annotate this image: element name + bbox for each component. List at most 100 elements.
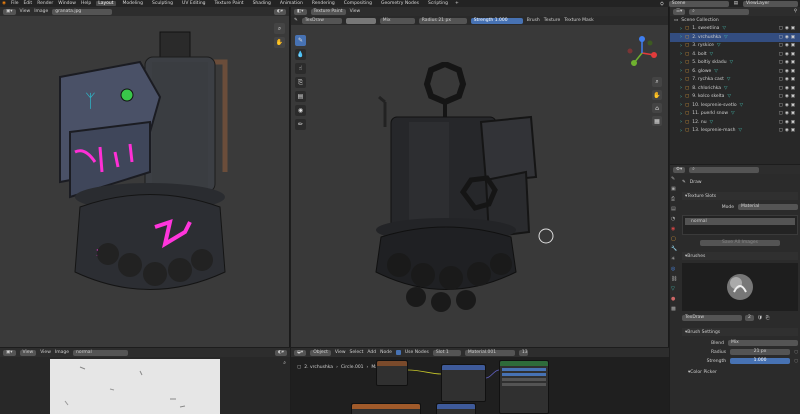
outliner-row[interactable]: › ▢ 3. ryskice ▽ ▢◉▣ (670, 42, 800, 51)
view-layer-selector[interactable]: ViewLayer (743, 0, 798, 7)
modifier-tab-icon[interactable]: 🔧 (671, 246, 677, 252)
world-tab-icon[interactable]: ◉ (671, 226, 677, 232)
menu-file[interactable]: File (11, 1, 19, 6)
menu-render[interactable]: Render (37, 1, 53, 6)
properties-search-input[interactable]: ⌕ (689, 166, 760, 173)
zoom-icon[interactable]: ⌕ (274, 23, 285, 34)
object-tab-icon[interactable]: ▢ (671, 236, 677, 242)
expand-arrow-icon[interactable]: › (680, 26, 682, 32)
strength-field[interactable]: Strength 1.000 (470, 17, 523, 24)
physics-tab-icon[interactable]: ◎ (671, 266, 677, 272)
new-brush-icon[interactable]: ⎘ (766, 315, 770, 321)
camera-icon[interactable]: ⌂ (652, 103, 662, 113)
tab-compositing[interactable]: Compositing (342, 1, 374, 6)
navigation-gizmo[interactable] (622, 33, 662, 73)
view-menu[interactable]: View (40, 350, 51, 355)
color-swatch[interactable] (345, 17, 376, 24)
tab-geometry-nodes[interactable]: Geometry Nodes (379, 1, 421, 6)
view-mode-selector[interactable]: View (19, 349, 37, 356)
visibility-toggles[interactable]: ▢◉▣ (779, 35, 800, 40)
texture-slots-panel[interactable]: ▾ Texture Slots (682, 192, 798, 200)
mode-selector[interactable]: Material (738, 204, 798, 210)
visibility-toggles[interactable]: ▢◉▣ (779, 52, 800, 57)
radius-field[interactable]: Radius 21 px (418, 17, 467, 24)
filter-icon[interactable]: ⚲ (794, 9, 797, 14)
menu-edit[interactable]: Edit (23, 1, 32, 6)
editor-type-button[interactable]: ◧▾ (294, 8, 307, 15)
visibility-toggles[interactable]: ▢◉▣ (779, 69, 800, 74)
scene-collection-row[interactable]: ▭ Scene Collection (670, 16, 800, 25)
blender-logo-icon[interactable]: ◉ (2, 1, 6, 6)
editor-type-button[interactable]: ▣▾ (3, 8, 16, 15)
outliner-row[interactable]: › ▢ 13. lesprenie-mash ▽ ▢◉▣ (670, 127, 800, 136)
expand-arrow-icon[interactable]: › (680, 43, 682, 49)
outliner-row[interactable]: › ▢ 10. lesprenie-svetlo ▽ ▢◉▣ (670, 101, 800, 110)
tab-shading[interactable]: Shading (251, 1, 273, 6)
display-channels-button[interactable]: ◐▾ (274, 349, 287, 356)
texture-tab-icon[interactable]: ▩ (671, 306, 677, 312)
texture-slot-list[interactable]: normal (682, 215, 798, 235)
expand-arrow-icon[interactable]: › (680, 94, 682, 100)
visibility-toggles[interactable]: ▢◉▣ (779, 43, 800, 48)
left-viewport[interactable]: ▣▾ View Image granata.jpg ◐▾ ⌕ ✋ ᛉ ✕ ✕ (0, 7, 290, 347)
expand-arrow-icon[interactable]: › (680, 128, 682, 134)
image-name-field[interactable]: normal (72, 349, 128, 356)
render-tab-icon[interactable]: ▣ (671, 186, 677, 192)
annotate-tool-icon[interactable]: ✏ (295, 119, 306, 130)
tab-sculpting[interactable]: Sculpting (150, 1, 175, 6)
mask-tool-icon[interactable]: ◉ (295, 105, 306, 116)
menu-window[interactable]: Window (58, 1, 76, 6)
fake-user-icon[interactable]: 🛡 (757, 316, 763, 321)
outliner-row[interactable]: › ▢ 4. bolt ▽ ▢◉▣ (670, 50, 800, 59)
outliner-row[interactable]: › ▢ 12. nu ▽ ▢◉▣ (670, 118, 800, 127)
texture-menu[interactable]: Texture (544, 18, 560, 23)
image-menu[interactable]: Image (55, 350, 69, 355)
particles-tab-icon[interactable]: ✳ (671, 256, 677, 262)
tab-rendering[interactable]: Rendering (310, 1, 337, 6)
visibility-toggles[interactable]: ▢◉▣ (779, 94, 800, 99)
pressure-icon[interactable]: ◌ (794, 350, 798, 355)
clone-tool-icon[interactable]: ⎘ (295, 77, 306, 88)
blend-selector[interactable]: Mix (728, 340, 798, 346)
outliner-row[interactable]: › ▢ 2. vrchushka ▽ ▢◉▣ (670, 33, 800, 42)
main-3d-viewport[interactable]: ◧▾ Texture Paint View ✎ TexDraw Mix Radi… (291, 7, 669, 347)
expand-arrow-icon[interactable]: › (680, 111, 682, 117)
expand-arrow-icon[interactable]: › (680, 119, 682, 125)
grid-icon[interactable]: ▦ (652, 116, 662, 126)
expand-arrow-icon[interactable]: › (680, 102, 682, 108)
radius-field[interactable]: 21 px (730, 349, 791, 355)
image-name-field[interactable]: granata.jpg (52, 8, 113, 15)
tab-uv-editing[interactable]: UV Editing (180, 1, 207, 6)
add-workspace-button[interactable]: + (455, 1, 459, 6)
visibility-toggles[interactable]: ▢◉▣ (779, 120, 800, 125)
visibility-toggles[interactable]: ▢◉▣ (779, 77, 800, 82)
save-all-images-button[interactable]: Save All Images (700, 240, 780, 246)
output-tab-icon[interactable]: ⎙ (671, 196, 677, 202)
shader-node-editor[interactable]: ◒▾ Object View Select Add Node Use Nodes… (291, 348, 669, 414)
expand-arrow-icon[interactable]: › (680, 60, 682, 66)
smear-tool-icon[interactable]: ☝ (295, 63, 306, 74)
brush-preview[interactable] (682, 263, 798, 311)
brush-name-field[interactable]: TexDraw (682, 315, 742, 321)
tab-scripting[interactable]: Scripting (426, 1, 450, 6)
expand-arrow-icon[interactable]: › (680, 85, 682, 91)
expand-arrow-icon[interactable]: › (680, 51, 682, 57)
view-layer-tab-icon[interactable]: ▤ (671, 206, 677, 212)
visibility-toggles[interactable]: ▢◉▣ (779, 86, 800, 91)
visibility-toggles[interactable]: ▢◉▣ (779, 103, 800, 108)
soften-tool-icon[interactable]: 💧 (295, 49, 306, 60)
brushes-panel[interactable]: ▾ Brushes (682, 252, 798, 260)
menu-help[interactable]: Help (81, 1, 91, 6)
visibility-toggles[interactable]: ▢◉▣ (779, 111, 800, 116)
outliner-row[interactable]: › ▢ 1. sweetlina ▽ ▢◉▣ (670, 25, 800, 34)
expand-arrow-icon[interactable]: › (680, 77, 682, 83)
tab-modeling[interactable]: Modeling (121, 1, 145, 6)
data-tab-icon[interactable]: ▽ (671, 286, 677, 292)
scene-tab-icon[interactable]: ◔ (671, 216, 677, 222)
editor-type-button[interactable]: ⚙▾ (673, 166, 686, 173)
material-tab-icon[interactable]: ● (671, 296, 677, 302)
outliner-search-input[interactable]: ⌕ (689, 8, 750, 15)
tool-tab-icon[interactable]: ✎ (671, 176, 677, 182)
blend-selector[interactable]: Mix (379, 17, 415, 24)
editor-type-button[interactable]: ☰▾ (673, 8, 686, 15)
